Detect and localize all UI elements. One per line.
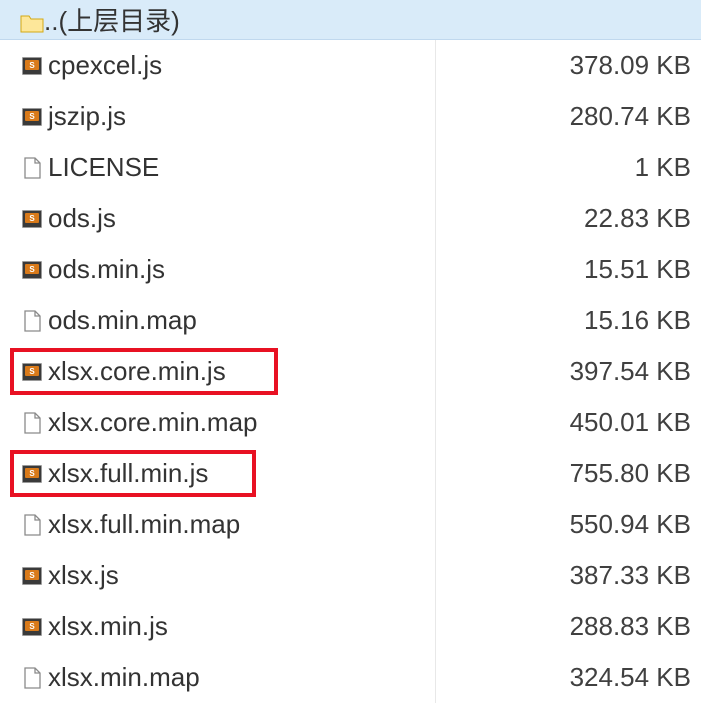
file-row[interactable]: S xlsx.core.min.js397.54 KB [0,346,701,397]
file-row[interactable]: xlsx.full.min.map 550.94 KB [0,499,701,550]
file-row[interactable]: LICENSE 1 KB [0,142,701,193]
file-size: 15.16 KB [436,295,701,346]
file-name-cell: S xlsx.js [0,550,436,601]
file-size: 450.01 KB [436,397,701,448]
svg-text:S: S [29,622,35,631]
js-file-icon: S [20,54,44,78]
file-name: xlsx.core.min.map [48,407,258,438]
file-name: xlsx.min.js [48,611,168,642]
svg-text:S: S [29,367,35,376]
folder-icon [20,10,44,30]
file-size: 397.54 KB [436,346,701,397]
file-row[interactable]: xlsx.min.map 324.54 KB [0,652,701,703]
svg-text:S: S [29,265,35,274]
file-name: xlsx.js [48,560,119,591]
file-size: 15.51 KB [436,244,701,295]
file-row[interactable]: S xlsx.min.js288.83 KB [0,601,701,652]
file-size: 280.74 KB [436,91,701,142]
file-size: 22.83 KB [436,193,701,244]
file-row[interactable]: S xlsx.full.min.js755.80 KB [0,448,701,499]
js-file-icon: S [20,615,44,639]
file-row[interactable]: S cpexcel.js378.09 KB [0,40,701,91]
svg-text:S: S [29,61,35,70]
file-list: ..(上层目录) S cpexcel.js378.09 KB S jszip.j… [0,0,701,703]
js-file-icon: S [20,207,44,231]
file-size: 1 KB [436,142,701,193]
generic-file-icon [20,411,44,435]
svg-text:S: S [29,112,35,121]
file-name-cell: ods.min.map [0,295,436,346]
file-name-cell: S xlsx.core.min.js [0,346,436,397]
file-name-cell: xlsx.full.min.map [0,499,436,550]
generic-file-icon [20,309,44,333]
file-size: 550.94 KB [436,499,701,550]
js-file-icon: S [20,258,44,282]
file-name: jszip.js [48,101,126,132]
js-file-icon: S [20,105,44,129]
file-name: xlsx.min.map [48,662,200,693]
file-name: cpexcel.js [48,50,162,81]
file-row[interactable]: xlsx.core.min.map 450.01 KB [0,397,701,448]
file-row[interactable]: S ods.js22.83 KB [0,193,701,244]
file-name-cell: S ods.js [0,193,436,244]
file-name-cell: S xlsx.min.js [0,601,436,652]
file-size: 387.33 KB [436,550,701,601]
file-name-cell: S jszip.js [0,91,436,142]
file-name-cell: S xlsx.full.min.js [0,448,436,499]
file-name-cell: LICENSE [0,142,436,193]
file-row[interactable]: S xlsx.js387.33 KB [0,550,701,601]
file-name: xlsx.full.min.js [48,458,208,489]
file-row[interactable]: S ods.min.js15.51 KB [0,244,701,295]
file-row[interactable]: ods.min.map 15.16 KB [0,295,701,346]
svg-text:S: S [29,469,35,478]
file-size: 378.09 KB [436,40,701,91]
generic-file-icon [20,513,44,537]
generic-file-icon [20,666,44,690]
parent-directory-row[interactable]: ..(上层目录) [0,0,701,40]
parent-directory-label: ..(上层目录) [44,1,180,38]
file-name-cell: S cpexcel.js [0,40,436,91]
svg-text:S: S [29,214,35,223]
file-name: xlsx.core.min.js [48,356,226,387]
file-size: 288.83 KB [436,601,701,652]
generic-file-icon [20,156,44,180]
file-name: ods.js [48,203,116,234]
file-name-cell: xlsx.min.map [0,652,436,703]
file-row[interactable]: S jszip.js280.74 KB [0,91,701,142]
file-name-cell: S ods.min.js [0,244,436,295]
js-file-icon: S [20,360,44,384]
file-name-cell: xlsx.core.min.map [0,397,436,448]
js-file-icon: S [20,462,44,486]
file-name: xlsx.full.min.map [48,509,240,540]
js-file-icon: S [20,564,44,588]
file-size: 755.80 KB [436,448,701,499]
file-name: ods.min.js [48,254,165,285]
file-name: ods.min.map [48,305,197,336]
file-name: LICENSE [48,152,159,183]
file-size: 324.54 KB [436,652,701,703]
svg-text:S: S [29,571,35,580]
